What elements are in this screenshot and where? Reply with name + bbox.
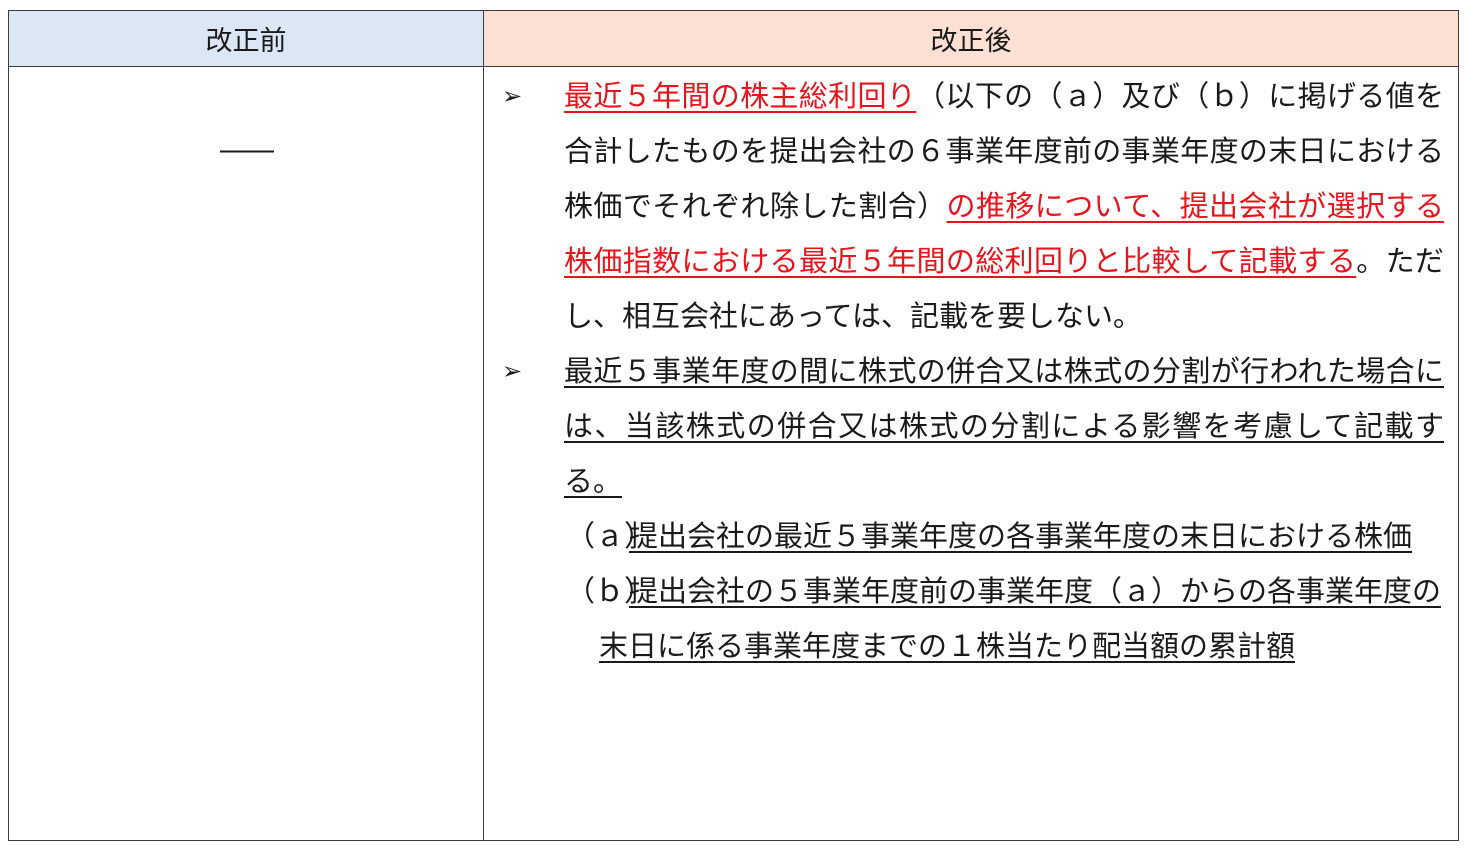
before-dash: ―― [220,133,274,166]
arrowhead-bullet-icon: ➢ [502,357,523,385]
bullet-item-total-return: ➢ 最近５年間の株主総利回り（以下の（ａ）及び（ｂ）に掲げる値を合計したものを提… [502,69,1444,344]
bullet-item-stock-split: ➢ 最近５事業年度の間に株式の併合又は株式の分割が行われた場合には、当該株式の併… [502,344,1444,509]
sub-item-b: （ｂ） 提出会社の５事業年度前の事業年度（ａ）からの各事業年度の末日に係る事業年… [566,564,1444,674]
sub-item-a-body: 提出会社の最近５事業年度の各事業年度の末日における株価 [599,509,1444,564]
sub-item-a-text: 提出会社の最近５事業年度の各事業年度の末日における株価 [629,519,1413,553]
header-row: 改正前 改正後 [8,10,1459,67]
sub-item-a: （ａ） 提出会社の最近５事業年度の各事業年度の末日における株価 [566,509,1444,564]
sub-item-b-text: 提出会社の５事業年度前の事業年度（ａ）からの各事業年度の末日に係る事業年度までの… [599,574,1442,663]
sub-item-a-label: （ａ） [566,519,654,553]
header-after: 改正後 [483,10,1459,67]
header-before: 改正前 [8,10,484,67]
before-cell: ―― [8,66,484,841]
arrowhead-bullet-icon: ➢ [502,82,523,110]
after-cell: ➢ 最近５年間の株主総利回り（以下の（ａ）及び（ｂ）に掲げる値を合計したものを提… [483,66,1459,841]
highlight-total-return: 最近５年間の株主総利回り [564,79,917,113]
comparison-table: 改正前 改正後 ―― ➢ 最近５年間の株主総利回り（以下の（ａ）及び（ｂ）に掲げ… [8,10,1459,841]
content-row: ―― ➢ 最近５年間の株主総利回り（以下の（ａ）及び（ｂ）に掲げる値を合計したも… [8,66,1459,841]
stock-split-text: 最近５事業年度の間に株式の併合又は株式の分割が行われた場合には、当該株式の併合又… [564,354,1444,498]
sub-item-b-label: （ｂ） [566,574,654,608]
sub-item-b-body: 提出会社の５事業年度前の事業年度（ａ）からの各事業年度の末日に係る事業年度までの… [599,564,1444,674]
